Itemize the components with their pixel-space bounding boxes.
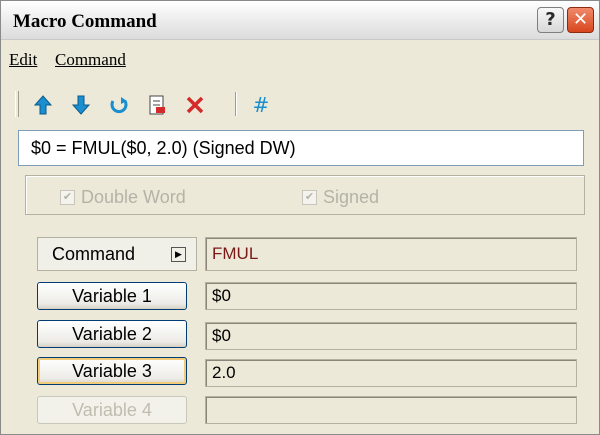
delete-icon[interactable] xyxy=(183,93,207,117)
variable-2-field[interactable]: $0 xyxy=(205,322,577,350)
arrow-down-icon[interactable] xyxy=(69,93,93,117)
variable-3-field[interactable]: 2.0 xyxy=(205,359,577,387)
options-group: ✔ Double Word ✔ Signed xyxy=(25,175,585,215)
menu-command[interactable]: Command xyxy=(55,50,126,70)
submenu-arrow-icon: ▶ xyxy=(171,247,186,262)
checkbox-check-icon: ✔ xyxy=(302,190,317,205)
double-word-checkbox: ✔ Double Word xyxy=(60,187,186,208)
variable-4-field xyxy=(205,396,577,424)
document-edit-icon[interactable] xyxy=(145,93,169,117)
variable-2-button[interactable]: Variable 2 xyxy=(37,320,187,348)
checkbox-check-icon: ✔ xyxy=(60,190,75,205)
toolbar-grip xyxy=(15,91,19,117)
signed-checkbox: ✔ Signed xyxy=(302,187,379,208)
variable-1-button[interactable]: Variable 1 xyxy=(37,282,187,310)
undo-icon[interactable] xyxy=(107,93,131,117)
toolbar: # xyxy=(1,87,599,121)
macro-preview-field[interactable]: $0 = FMUL($0, 2.0) (Signed DW) xyxy=(18,130,584,166)
variable-4-button: Variable 4 xyxy=(37,396,187,424)
command-field[interactable]: FMUL xyxy=(205,237,577,271)
arrow-up-icon[interactable] xyxy=(31,93,55,117)
macro-command-dialog: Macro Command ? ✕ Edit Command # $0 = FM… xyxy=(0,0,600,435)
hash-icon[interactable]: # xyxy=(249,93,273,117)
title-bar: Macro Command ? ✕ xyxy=(1,1,599,40)
window-title: Macro Command xyxy=(13,11,157,32)
operand-panel: Command ▶ FMUL Variable 1 $0 Variable 2 … xyxy=(23,229,586,427)
menu-edit[interactable]: Edit xyxy=(9,50,37,70)
variable-3-button[interactable]: Variable 3 xyxy=(37,357,187,385)
help-button[interactable]: ? xyxy=(537,7,564,33)
menu-bar: Edit Command xyxy=(1,40,599,76)
variable-1-field[interactable]: $0 xyxy=(205,282,577,310)
close-button[interactable]: ✕ xyxy=(567,7,594,33)
command-button[interactable]: Command ▶ xyxy=(37,237,197,271)
toolbar-separator xyxy=(235,92,237,116)
